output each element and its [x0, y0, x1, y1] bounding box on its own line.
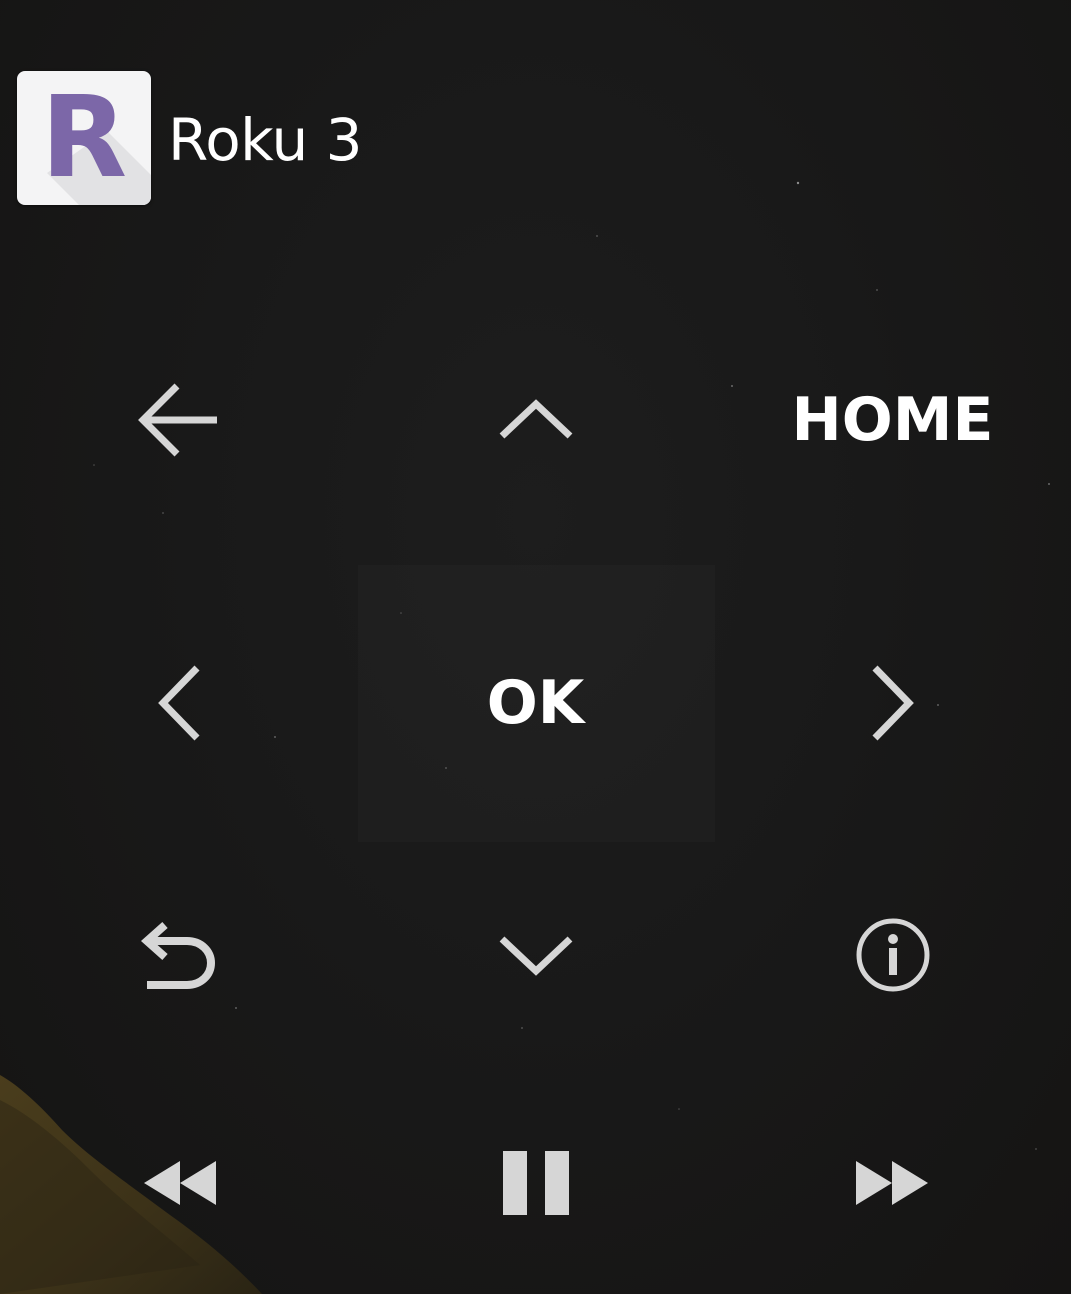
up-button[interactable]	[357, 335, 714, 505]
chevron-up-icon	[499, 399, 572, 439]
left-button[interactable]	[0, 615, 357, 790]
chevron-right-icon	[871, 665, 914, 740]
home-button[interactable]: HOME	[714, 335, 1071, 505]
rewind-icon	[143, 1160, 216, 1205]
roku-app-logo[interactable]: R	[17, 71, 151, 205]
chevron-down-icon	[499, 936, 572, 976]
ok-button[interactable]: OK	[357, 615, 714, 790]
fast-forward-icon	[855, 1160, 928, 1205]
home-label: HOME	[791, 385, 994, 455]
chevron-left-icon	[157, 665, 200, 740]
app-header: R Roku 3	[0, 0, 1071, 260]
pause-icon	[502, 1150, 569, 1215]
fast-forward-button[interactable]	[714, 1110, 1071, 1255]
device-name: Roku 3	[168, 106, 363, 174]
down-button[interactable]	[357, 870, 714, 1040]
logo-letter: R	[40, 73, 128, 203]
ok-label: OK	[486, 667, 585, 738]
instant-replay-button[interactable]	[0, 870, 357, 1040]
right-button[interactable]	[714, 615, 1071, 790]
play-pause-button[interactable]	[357, 1110, 714, 1255]
info-button[interactable]	[714, 870, 1071, 1040]
back-button[interactable]	[0, 335, 357, 505]
info-icon	[856, 918, 929, 992]
arrow-left-icon	[137, 383, 217, 457]
replay-icon	[140, 922, 215, 989]
rewind-button[interactable]	[0, 1110, 357, 1255]
